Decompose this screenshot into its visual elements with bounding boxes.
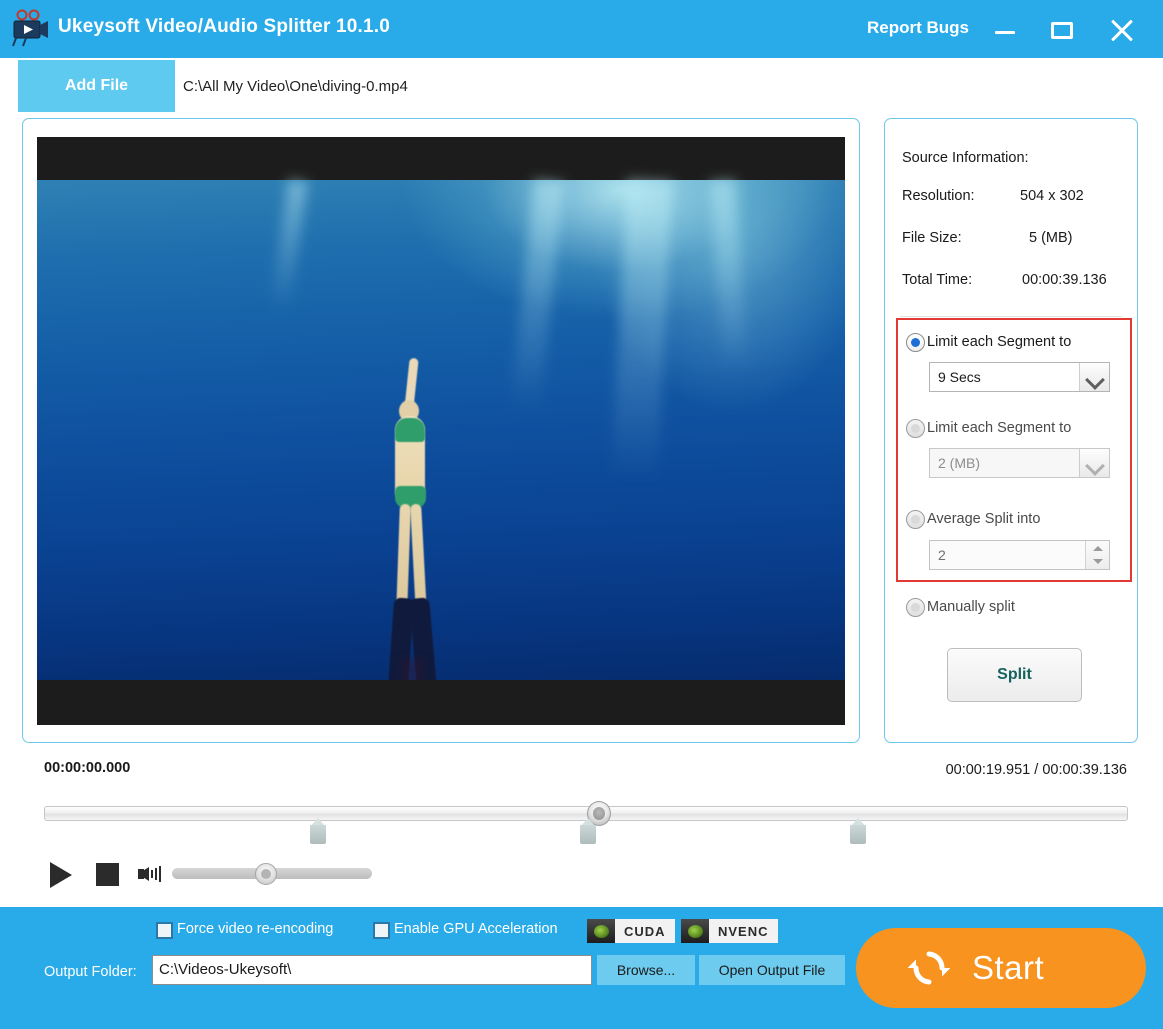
file-path-label: C:\All My Video\One\diving-0.mp4	[183, 78, 408, 95]
panel-divider	[900, 316, 1122, 317]
output-folder-input[interactable]: C:\Videos-Ukeysoft\	[152, 955, 592, 985]
timeline-start-time: 00:00:00.000	[44, 760, 131, 776]
filesize-label: File Size:	[902, 230, 962, 246]
gpu-acceleration-label: Enable GPU Acceleration	[394, 921, 558, 937]
label-average-split: Average Split into	[927, 511, 1041, 527]
cuda-badge[interactable]: CUDA	[587, 919, 675, 943]
video-preview[interactable]	[37, 137, 845, 725]
volume-icon[interactable]	[138, 862, 166, 886]
volume-slider-handle[interactable]	[255, 863, 277, 885]
start-button-label: Start	[972, 949, 1045, 986]
split-marker[interactable]	[310, 818, 326, 844]
gpu-acceleration-checkbox[interactable]	[373, 922, 390, 939]
open-output-file-button[interactable]: Open Output File	[699, 955, 845, 985]
report-bugs-link[interactable]: Report Bugs	[867, 18, 969, 38]
radio-average-split[interactable]	[906, 510, 925, 529]
stop-icon[interactable]	[96, 863, 119, 886]
output-folder-value: C:\Videos-Ukeysoft\	[159, 961, 292, 978]
cuda-badge-label: CUDA	[615, 919, 675, 943]
chevron-down-icon[interactable]	[1079, 449, 1109, 477]
window-title: Ukeysoft Video/Audio Splitter 10.1.0	[58, 16, 391, 37]
browse-button[interactable]: Browse...	[597, 955, 695, 985]
chevron-down-icon[interactable]	[1079, 363, 1109, 391]
filesize-value: 5 (MB)	[1029, 230, 1073, 246]
output-folder-label: Output Folder:	[44, 964, 137, 980]
source-info-heading: Source Information:	[902, 150, 1029, 166]
segment-time-value: 9 Secs	[938, 369, 981, 385]
split-marker[interactable]	[850, 818, 866, 844]
application-window: Ukeysoft Video/Audio Splitter 10.1.0 Rep…	[0, 0, 1163, 1029]
add-file-button[interactable]: Add File	[18, 60, 175, 112]
radio-limit-segment-size[interactable]	[906, 419, 925, 438]
title-bar: Ukeysoft Video/Audio Splitter 10.1.0 Rep…	[0, 0, 1163, 58]
nvidia-eye-icon	[587, 919, 615, 943]
timeline-current-total: 00:00:19.951 / 00:00:39.136	[945, 762, 1127, 778]
force-reencode-label: Force video re-encoding	[177, 921, 334, 937]
minimize-icon[interactable]	[989, 14, 1023, 46]
close-icon[interactable]	[1105, 14, 1139, 46]
resolution-value: 504 x 302	[1020, 188, 1084, 204]
resolution-label: Resolution:	[902, 188, 975, 204]
letterbox-bottom	[37, 680, 845, 725]
radio-manual-split[interactable]	[906, 598, 925, 617]
split-marker[interactable]	[580, 818, 596, 844]
segment-time-combo[interactable]: 9 Secs	[929, 362, 1110, 392]
start-button[interactable]: Start	[856, 928, 1146, 1008]
split-button[interactable]: Split	[947, 648, 1082, 702]
force-reencode-checkbox[interactable]	[156, 922, 173, 939]
movie-camera-icon	[10, 8, 52, 50]
maximize-icon[interactable]	[1045, 14, 1079, 46]
letterbox-top	[37, 137, 845, 180]
radio-limit-segment-time[interactable]	[906, 333, 925, 352]
average-split-stepper[interactable]: 2	[929, 540, 1110, 570]
label-manual-split: Manually split	[927, 599, 1015, 615]
nvidia-eye-icon	[681, 919, 709, 943]
refresh-icon	[907, 947, 951, 989]
average-split-value: 2	[938, 547, 946, 563]
play-icon[interactable]	[50, 862, 72, 888]
totaltime-value: 00:00:39.136	[1022, 272, 1107, 288]
nvenc-badge[interactable]: NVENC	[681, 919, 778, 943]
diver-figure	[367, 357, 457, 725]
stepper-buttons[interactable]	[1085, 541, 1109, 569]
segment-size-value: 2 (MB)	[938, 455, 980, 471]
segment-size-combo[interactable]: 2 (MB)	[929, 448, 1110, 478]
underwater-scene	[37, 179, 845, 725]
label-limit-segment-time: Limit each Segment to	[927, 334, 1072, 350]
totaltime-label: Total Time:	[902, 272, 973, 288]
nvenc-badge-label: NVENC	[709, 919, 778, 943]
label-limit-segment-size: Limit each Segment to	[927, 420, 1072, 436]
